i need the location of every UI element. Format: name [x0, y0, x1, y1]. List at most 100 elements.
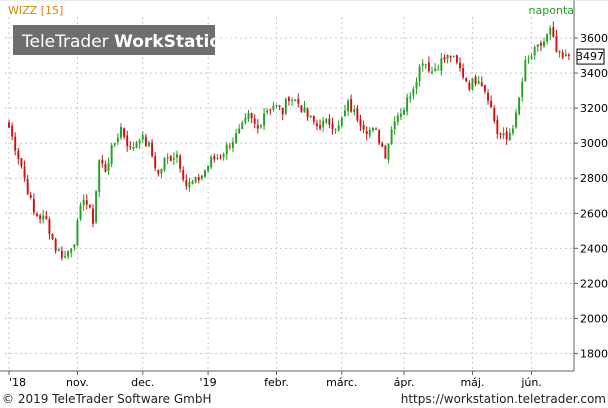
- candle-body: [8, 122, 10, 128]
- candle-body: [57, 249, 60, 252]
- candle-body: [418, 66, 421, 82]
- candle-body: [440, 58, 443, 71]
- candle-body: [477, 81, 480, 84]
- candle-body: [353, 109, 356, 113]
- candle: [95, 189, 98, 225]
- candle-body: [530, 56, 533, 59]
- x-tick-label: máj.: [460, 376, 484, 389]
- candle-body: [399, 113, 402, 117]
- candle-body: [384, 146, 387, 159]
- candle-body: [154, 156, 157, 169]
- candle-body: [511, 128, 514, 134]
- x-tick-label: dec.: [131, 376, 154, 389]
- candle-body: [564, 54, 567, 57]
- candle-body: [141, 135, 144, 140]
- candle-body: [508, 132, 511, 141]
- candle-body: [387, 143, 390, 160]
- candle-body: [126, 135, 129, 147]
- candle-body: [88, 204, 91, 208]
- candle: [163, 157, 166, 173]
- candle-body: [536, 44, 539, 48]
- candle-body: [222, 154, 225, 157]
- candle-body: [20, 158, 23, 167]
- candle-body: [287, 97, 290, 102]
- candle-body: [235, 133, 238, 144]
- candle-body: [403, 110, 405, 115]
- candle-body: [368, 129, 371, 136]
- candle-body: [412, 88, 415, 96]
- candle-body: [343, 110, 346, 117]
- candle-body: [452, 55, 455, 57]
- y-tick-label: 3400: [580, 67, 608, 80]
- candle-body: [421, 63, 424, 66]
- candle: [76, 218, 79, 247]
- candle-body: [393, 121, 396, 129]
- candle-body: [172, 158, 175, 160]
- candle-body: [272, 105, 275, 110]
- candle-body: [191, 181, 194, 184]
- candle-body: [185, 180, 188, 187]
- candle-body: [64, 256, 66, 258]
- candle-body: [213, 156, 216, 160]
- candle-body: [129, 146, 132, 148]
- candle-body: [468, 82, 471, 90]
- candle-body: [315, 123, 318, 127]
- watermark-text: TeleTrader WorkStation: [21, 32, 233, 52]
- candle-body: [269, 109, 272, 111]
- y-tick-label: 3600: [580, 32, 608, 45]
- candle-body: [26, 178, 29, 194]
- candle: [203, 169, 206, 178]
- candle-body: [303, 107, 306, 113]
- candle-body: [443, 57, 446, 60]
- candle-body: [39, 215, 42, 220]
- candle-body: [194, 177, 197, 182]
- candle-body: [197, 177, 200, 181]
- candle-body: [515, 112, 517, 128]
- candle-body: [266, 110, 269, 113]
- chart-canvas: 1800 2000 2200 2400 2600 2800 3000 3200 3400 3600…: [0, 0, 608, 392]
- candle-body: [275, 104, 278, 106]
- candle-body: [496, 120, 499, 134]
- copyright-text: © 2019 TeleTrader Software GmbH: [2, 392, 212, 406]
- candle-body: [82, 199, 85, 205]
- candle: [98, 159, 101, 198]
- candle-body: [263, 113, 266, 126]
- candle-body: [17, 150, 20, 159]
- candle-body: [505, 131, 508, 140]
- candle-body: [23, 166, 26, 178]
- candle-body: [340, 117, 343, 126]
- candle-body: [521, 81, 524, 98]
- candle-body: [549, 28, 552, 35]
- candle-body: [45, 215, 48, 219]
- candle-body: [390, 129, 393, 145]
- candle-body: [188, 182, 191, 188]
- watermark: TeleTrader WorkStation: [13, 25, 233, 55]
- candle-body: [291, 99, 294, 101]
- candle-body: [281, 107, 284, 115]
- candle-body: [256, 125, 259, 129]
- candle: [471, 78, 474, 91]
- candle-body: [51, 233, 54, 240]
- candle: [518, 96, 521, 116]
- candle-body: [347, 100, 350, 112]
- candle-body: [284, 99, 287, 114]
- candle-body: [228, 146, 231, 148]
- candle-body: [431, 71, 433, 73]
- candle-body: [250, 112, 253, 119]
- candle-body: [567, 54, 570, 57]
- y-tick-label: 2800: [580, 172, 608, 185]
- candle-body: [465, 78, 468, 82]
- y-tick-label: 1800: [580, 347, 608, 360]
- candle-body: [483, 85, 486, 92]
- candle-body: [552, 27, 555, 38]
- candle-body: [555, 35, 558, 52]
- interval-label: naponta: [529, 4, 574, 17]
- candle-body: [60, 250, 63, 258]
- candle-body: [502, 133, 505, 136]
- candle-body: [182, 170, 185, 180]
- candle-body: [29, 195, 32, 198]
- candle-body: [409, 96, 412, 99]
- y-tick-label: 2000: [580, 312, 608, 325]
- candle-body: [67, 251, 70, 257]
- candle-body: [48, 219, 51, 235]
